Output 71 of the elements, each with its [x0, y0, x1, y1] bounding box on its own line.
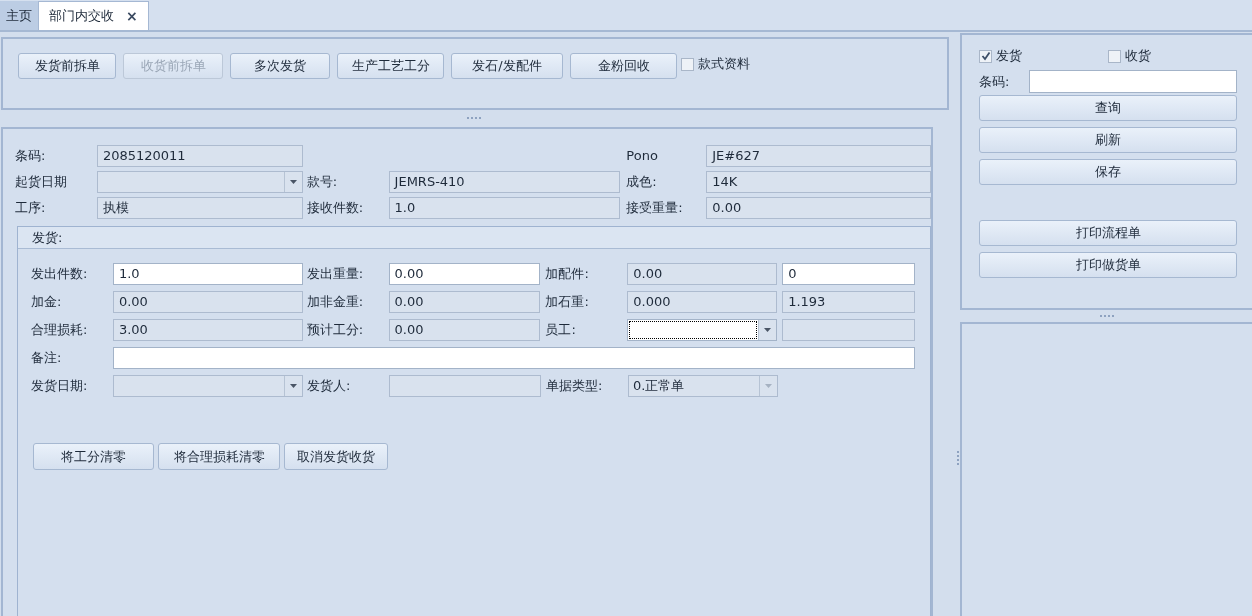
- splitter-grip-icon[interactable]: [1100, 314, 1116, 318]
- button[interactable]: 金粉回收: [570, 53, 677, 79]
- input-field[interactable]: 14K: [706, 171, 931, 193]
- input-field[interactable]: 0.00: [388, 291, 541, 313]
- input-field[interactable]: 0: [782, 263, 915, 285]
- field-label: Pono: [626, 147, 659, 166]
- field-label: 工序:: [15, 199, 47, 218]
- button[interactable]: 将合理损耗清零: [158, 443, 280, 470]
- input-field[interactable]: [1029, 70, 1237, 93]
- field-label: 发货人:: [307, 377, 352, 396]
- dropdown-arrow-icon[interactable]: [289, 180, 297, 184]
- field-label: 加配件:: [545, 265, 590, 284]
- input-field[interactable]: 0.00: [112, 291, 303, 313]
- input-field[interactable]: [782, 319, 915, 341]
- button[interactable]: 发货前拆单: [18, 53, 116, 79]
- field-label: 单据类型:: [546, 377, 604, 396]
- button[interactable]: 打印做货单: [979, 252, 1237, 278]
- input-field[interactable]: 1.0: [388, 197, 621, 219]
- field-label: 备注:: [31, 349, 63, 368]
- field-label: 员工:: [545, 321, 577, 340]
- field-label: 接受重量:: [626, 199, 684, 218]
- field-label: 预计工分:: [306, 321, 365, 340]
- tab[interactable]: 部门内交收 ×: [38, 1, 149, 30]
- field-label: 加金:: [31, 293, 63, 312]
- button[interactable]: 取消发货收货: [284, 443, 388, 470]
- checkbox[interactable]: 发货: [979, 46, 1108, 66]
- field-label: 加石重:: [545, 293, 590, 312]
- input-field[interactable]: 2085120011: [96, 145, 303, 167]
- button[interactable]: 发石/发配件: [451, 53, 563, 79]
- input-field[interactable]: 0.000: [627, 291, 778, 313]
- splitter-grip-icon[interactable]: [467, 117, 483, 120]
- input-field[interactable]: [389, 375, 541, 397]
- field-label: 成色:: [626, 173, 658, 192]
- button[interactable]: 将工分清零: [33, 443, 154, 470]
- button[interactable]: 打印流程单: [979, 220, 1237, 246]
- button[interactable]: 查询: [979, 95, 1237, 121]
- input-field[interactable]: JE#627: [706, 145, 931, 167]
- dropdown[interactable]: [627, 319, 778, 341]
- field-label: 条码:: [15, 147, 47, 166]
- field-label: 款号:: [306, 173, 339, 192]
- button[interactable]: 生产工艺工分: [337, 53, 444, 79]
- checkbox[interactable]: 款式资料: [681, 53, 750, 75]
- button[interactable]: 多次发货: [230, 53, 330, 79]
- checkbox[interactable]: 收货: [1108, 46, 1237, 66]
- field-label: 发货日期:: [31, 377, 89, 396]
- checkmark-icon: [980, 51, 991, 61]
- input-field[interactable]: 3.00: [112, 319, 303, 341]
- field-label: 加非金重:: [306, 293, 365, 312]
- field-label: 条码:: [979, 72, 1011, 91]
- button[interactable]: 刷新: [979, 127, 1237, 153]
- field-label: 合理损耗:: [31, 321, 89, 340]
- splitter-grip-icon[interactable]: [957, 451, 960, 467]
- input-field[interactable]: 0.00: [627, 263, 778, 285]
- field-label: 接收件数:: [306, 199, 365, 218]
- tab[interactable]: 主页: [0, 1, 38, 30]
- field-label: 发出件数:: [31, 265, 89, 284]
- input-field[interactable]: 1.0: [112, 263, 303, 285]
- button[interactable]: 保存: [979, 159, 1237, 185]
- dropdown-arrow-icon[interactable]: [764, 328, 772, 332]
- close-button[interactable]: ×: [126, 5, 138, 27]
- section-title: 发货:: [32, 228, 63, 247]
- dropdown-arrow-icon[interactable]: [290, 384, 297, 388]
- input-field[interactable]: 0.00: [388, 319, 541, 341]
- field-label: 发出重量:: [306, 265, 365, 284]
- input-field[interactable]: [113, 347, 915, 369]
- input-field[interactable]: 1.193: [782, 291, 915, 313]
- input-field[interactable]: 0.00: [388, 263, 541, 285]
- field-label: 起货日期: [15, 173, 68, 192]
- input-field[interactable]: 0.00: [706, 197, 931, 219]
- input-field[interactable]: 执模: [96, 197, 303, 219]
- input-field[interactable]: JEMRS-410: [388, 171, 621, 193]
